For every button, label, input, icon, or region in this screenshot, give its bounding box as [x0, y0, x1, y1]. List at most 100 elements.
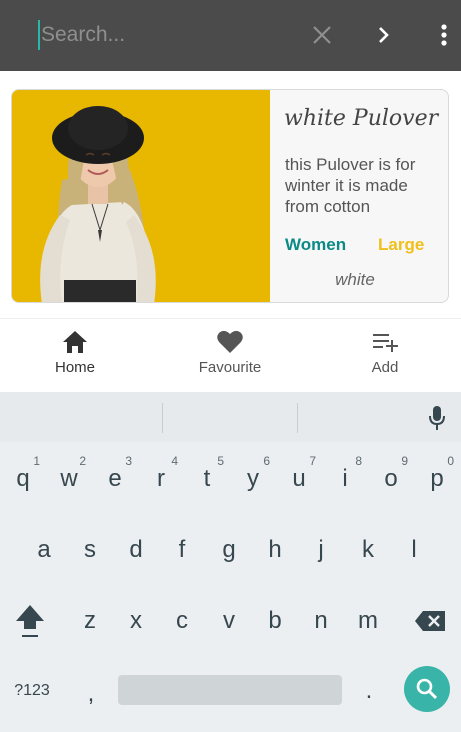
product-description: this Pulover is for winter it is made fr… — [285, 155, 416, 216]
key-label: g — [222, 536, 236, 563]
key-hint: 2 — [79, 454, 86, 468]
key-label: k — [362, 536, 374, 563]
more-vertical-icon[interactable] — [429, 20, 459, 50]
search-input[interactable] — [41, 19, 291, 51]
key-hint: 6 — [263, 454, 270, 468]
key-t[interactable]: t5 — [184, 454, 230, 504]
key-y[interactable]: y6 — [230, 454, 276, 504]
key-b[interactable]: b — [252, 596, 298, 646]
key-label: u — [292, 465, 306, 492]
key-label: t — [203, 465, 211, 492]
microphone-icon[interactable] — [428, 405, 446, 436]
product-card[interactable]: white Pulover this Pulover is for winter… — [11, 89, 449, 303]
comma-key[interactable]: , — [68, 669, 114, 719]
key-k[interactable]: k — [345, 525, 391, 575]
key-label: c — [176, 607, 188, 634]
key-o[interactable]: o9 — [368, 454, 414, 504]
key-g[interactable]: g — [206, 525, 252, 575]
suggestion-divider — [297, 403, 298, 433]
product-color: white — [335, 270, 375, 289]
key-x[interactable]: x — [113, 596, 159, 646]
key-z[interactable]: z — [67, 596, 113, 646]
nav-home[interactable]: Home — [15, 329, 135, 376]
key-e[interactable]: e3 — [92, 454, 138, 504]
key-q[interactable]: q1 — [0, 454, 46, 504]
key-label: , — [87, 680, 95, 707]
key-label: . — [365, 677, 373, 704]
key-h[interactable]: h — [252, 525, 298, 575]
key-label: x — [130, 607, 142, 634]
key-label: d — [129, 536, 143, 563]
product-photo — [12, 90, 270, 302]
backspace-icon — [415, 611, 445, 631]
key-d[interactable]: d — [113, 525, 159, 575]
key-v[interactable]: v — [206, 596, 252, 646]
playlist-add-icon — [373, 334, 398, 352]
key-label: o — [384, 465, 398, 492]
key-label: r — [157, 465, 165, 492]
nav-add-label: Add — [371, 359, 399, 376]
suggestion-strip — [0, 392, 461, 442]
key-hint: 9 — [401, 454, 408, 468]
search-icon — [416, 678, 438, 700]
keyboard-search-key[interactable] — [404, 666, 450, 712]
key-r[interactable]: r4 — [138, 454, 184, 504]
key-label: i — [342, 465, 348, 492]
key-label: n — [314, 607, 328, 634]
product-size: Large — [378, 235, 425, 254]
key-hint: 0 — [447, 454, 454, 468]
key-w[interactable]: w2 — [46, 454, 92, 504]
product-gender: Women — [285, 235, 347, 254]
search-toolbar — [0, 0, 461, 71]
key-label: f — [178, 536, 186, 563]
key-hint: 4 — [171, 454, 178, 468]
key-label: v — [223, 607, 235, 634]
key-hint: 5 — [217, 454, 224, 468]
key-hint: 3 — [125, 454, 132, 468]
key-label: j — [318, 536, 324, 563]
space-bar[interactable] — [118, 675, 342, 705]
shift-icon — [16, 605, 44, 637]
chevron-right-icon[interactable] — [369, 20, 399, 50]
heart-icon — [217, 330, 243, 353]
period-key[interactable]: . — [346, 666, 392, 716]
key-label: z — [84, 607, 96, 634]
symbols-key[interactable]: ?123 — [9, 666, 55, 716]
shift-key[interactable] — [7, 596, 53, 646]
nav-home-label: Home — [54, 359, 95, 376]
product-info: white Pulover this Pulover is for winter… — [270, 90, 448, 302]
key-m[interactable]: m — [345, 596, 391, 646]
suggestion-divider — [162, 403, 163, 433]
key-hint: 1 — [33, 454, 40, 468]
key-a[interactable]: a — [21, 525, 67, 575]
key-label: ?123 — [14, 682, 50, 699]
nav-add[interactable]: Add — [325, 329, 445, 376]
backspace-key[interactable] — [407, 596, 453, 646]
key-label: p — [430, 465, 444, 492]
key-label: s — [84, 536, 96, 563]
nav-favourite[interactable]: Favourite — [170, 329, 290, 376]
key-u[interactable]: u7 — [276, 454, 322, 504]
key-j[interactable]: j — [298, 525, 344, 575]
bottom-navigation: Home Favourite Add — [0, 318, 461, 390]
close-icon[interactable] — [307, 20, 337, 50]
key-c[interactable]: c — [159, 596, 205, 646]
soft-keyboard: q1 w2 e3 r4 t5 y6 u7 i8 o9 p0 a s d f g … — [0, 392, 461, 732]
key-label: q — [16, 465, 30, 492]
key-f[interactable]: f — [159, 525, 205, 575]
key-hint: 7 — [309, 454, 316, 468]
key-l[interactable]: l — [391, 525, 437, 575]
key-p[interactable]: p0 — [414, 454, 460, 504]
key-label: a — [37, 536, 51, 563]
home-icon — [63, 331, 87, 353]
key-s[interactable]: s — [67, 525, 113, 575]
key-i[interactable]: i8 — [322, 454, 368, 504]
text-cursor — [38, 20, 40, 50]
key-label: b — [268, 607, 282, 634]
key-n[interactable]: n — [298, 596, 344, 646]
key-label: l — [411, 536, 417, 563]
key-label: w — [60, 465, 78, 492]
key-label: y — [247, 465, 259, 492]
key-label: m — [358, 607, 378, 634]
product-title: white Pulover — [284, 106, 439, 131]
